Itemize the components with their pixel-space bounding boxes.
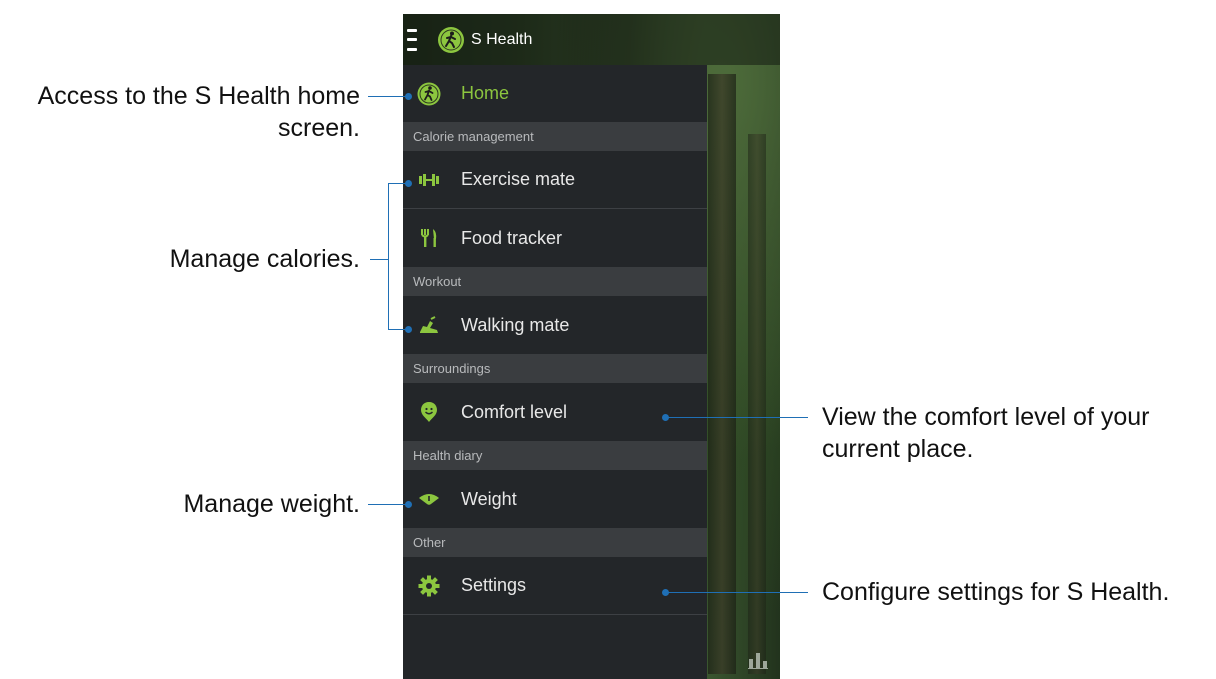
nav-item-walking-mate[interactable]: Walking mate — [403, 296, 707, 354]
section-header-calorie: Calorie management — [403, 122, 707, 151]
callout-home-line1: Access to the S Health home — [37, 82, 360, 110]
nav-item-label: Settings — [461, 575, 527, 595]
nav-item-home[interactable]: Home — [403, 65, 707, 122]
leader-line-calories — [370, 259, 388, 260]
drawer-toggle-icon[interactable] — [407, 27, 423, 53]
walker-icon — [417, 82, 441, 106]
nav-item-label: Comfort level — [461, 401, 568, 422]
leader-line-home — [368, 96, 408, 97]
gear-icon — [417, 574, 441, 598]
phone-screen: S Health Home Calorie management Exercis… — [403, 14, 780, 679]
leader-line-comfort — [665, 417, 808, 418]
fork-knife-icon — [417, 226, 441, 250]
leader-dot-settings — [662, 589, 669, 596]
nav-item-settings[interactable]: Settings — [403, 557, 707, 615]
nav-item-weight[interactable]: Weight — [403, 470, 707, 528]
callout-comfort-line1: View the comfort level of your — [822, 403, 1150, 431]
leader-bracket-calories — [388, 183, 389, 329]
callout-home: Access to the S Health home screen. — [0, 80, 360, 144]
callout-home-line2: screen. — [278, 114, 360, 142]
dumbbell-icon — [417, 168, 441, 192]
leader-line-settings — [665, 592, 808, 593]
bar-chart-icon[interactable] — [748, 651, 768, 669]
callout-comfort: View the comfort level of your current p… — [822, 401, 1149, 465]
section-header-surroundings: Surroundings — [403, 354, 707, 383]
smiley-pin-icon — [417, 400, 441, 424]
leader-dot-comfort — [662, 414, 669, 421]
scale-gauge-icon — [417, 487, 441, 511]
leader-dot-home — [405, 93, 412, 100]
nav-item-exercise-mate[interactable]: Exercise mate — [403, 151, 707, 209]
callout-comfort-line2: current place. — [822, 435, 974, 463]
section-header-other: Other — [403, 528, 707, 557]
section-header-workout: Workout — [403, 267, 707, 296]
leader-line-weight — [368, 504, 408, 505]
nav-item-food-tracker[interactable]: Food tracker — [403, 209, 707, 267]
nav-item-label: Exercise mate — [461, 169, 576, 189]
callout-weight: Manage weight. — [183, 490, 360, 518]
app-title: S Health — [471, 30, 533, 48]
nav-item-label: Walking mate — [461, 314, 570, 335]
leader-dot-walking — [405, 326, 412, 333]
leader-dot-weight — [405, 501, 412, 508]
action-bar: S Health — [403, 14, 780, 65]
nav-item-comfort-level[interactable]: Comfort level — [403, 383, 707, 441]
navigation-drawer: Home Calorie management Exercise mate Fo… — [403, 65, 707, 679]
nav-item-label: Home — [461, 83, 510, 103]
nav-item-label: Weight — [461, 488, 517, 509]
callout-settings: Configure settings for S Health. — [822, 578, 1170, 606]
s-health-logo-icon[interactable] — [437, 26, 465, 54]
shoe-icon — [417, 313, 441, 337]
nav-item-label: Food tracker — [461, 227, 563, 248]
section-header-health-diary: Health diary — [403, 441, 707, 470]
callout-calories: Manage calories. — [169, 245, 360, 273]
leader-dot-exercise — [405, 180, 412, 187]
